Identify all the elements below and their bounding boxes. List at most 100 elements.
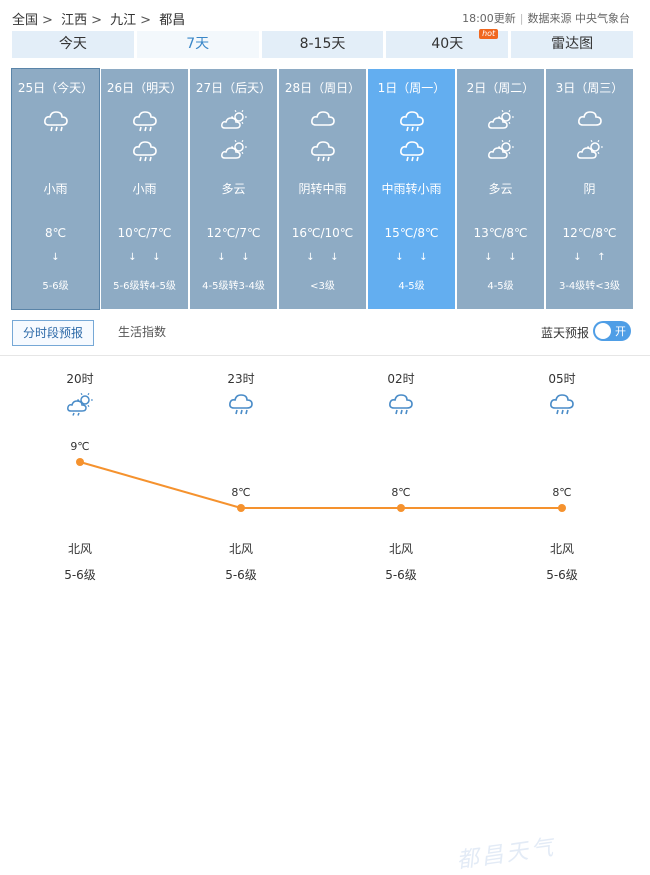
rain-cloud-icon <box>229 394 253 415</box>
day-card[interactable]: 3日（周三）阴 12℃/8℃ ↓ ↑ 3-4级转<3级 <box>546 69 633 309</box>
wind-level: 3-4级转<3级 <box>558 281 621 292</box>
wind-direction: ↓ ↓ <box>368 252 455 268</box>
day-weather-desc: 小雨 <box>132 182 157 196</box>
update-time: 18:00更新 <box>462 12 516 25</box>
partly-cloudy-rain-icon <box>67 392 93 416</box>
daily-forecast: 25日（今天） 小雨 8℃ ↓ 5-6级 26日（明天） 小雨 10℃/7℃ ↓ ↓ 5-6级转4-… <box>11 68 633 310</box>
partly-cloudy-icon <box>221 139 247 159</box>
tab-today[interactable]: 今天 <box>12 31 134 58</box>
day-icon-wrap <box>398 109 426 133</box>
hour-time: 23时 <box>227 372 255 386</box>
night-icon-wrap <box>131 139 159 163</box>
hour-wind-level: 5-6级 <box>546 568 578 582</box>
day-temperature: 8℃ <box>44 226 67 240</box>
breadcrumb-city[interactable]: 九江 <box>110 13 136 28</box>
day-weather-desc: 阴 <box>583 182 596 196</box>
hour-time: 20时 <box>66 372 94 386</box>
rain-cloud-icon <box>133 111 157 132</box>
arrow-down-icon: ↓ <box>241 252 250 263</box>
temperature-point <box>558 504 566 512</box>
temperature-label: 9℃ <box>70 440 90 453</box>
arrow-down-icon: ↓ <box>419 252 428 263</box>
wind-level: 5-6级 <box>42 281 69 292</box>
tab-label: 8-15天 <box>299 36 346 52</box>
arrow-up-icon: ↑ <box>597 252 606 263</box>
day-icon-wrap <box>42 109 70 133</box>
hour-wind-direction: 北风 <box>67 542 92 556</box>
breadcrumb-separator: > <box>91 13 102 28</box>
temperature-point <box>237 504 245 512</box>
day-card[interactable]: 26日（明天） 小雨 10℃/7℃ ↓ ↓ 5-6级转4-5级 <box>101 69 188 309</box>
day-date: 26日（明天） <box>106 81 183 95</box>
day-temperature: 15℃/8℃ <box>384 226 439 240</box>
day-date: 2日（周二） <box>466 81 535 95</box>
arrow-down-icon: ↓ <box>128 252 137 263</box>
arrow-down-icon: ↓ <box>306 252 315 263</box>
day-temperature: 16℃/10℃ <box>291 226 354 240</box>
temperature-point <box>397 504 405 512</box>
breadcrumb-separator: > <box>42 13 53 28</box>
temperature-line <box>79 461 562 509</box>
day-temperature: 10℃/7℃ <box>117 226 172 240</box>
arrow-down-icon: ↓ <box>217 252 226 263</box>
toggle-label: 开 <box>615 325 626 338</box>
rain-cloud-icon <box>133 141 157 162</box>
rain-cloud-icon <box>44 111 68 132</box>
breadcrumb-province[interactable]: 江西 <box>61 13 87 28</box>
temperature-label: 8℃ <box>552 486 572 499</box>
hour-wind-level: 5-6级 <box>225 568 257 582</box>
data-source: 数据来源 中央气象台 <box>527 12 631 25</box>
tab-hourly-forecast[interactable]: 分时段预报 <box>12 320 95 346</box>
day-card[interactable]: 25日（今天） 小雨 8℃ ↓ 5-6级 <box>11 68 100 310</box>
tab-40-days[interactable]: 40天 hot <box>386 29 509 58</box>
sub-tabs: 分时段预报 生活指数 蓝天预报 开 <box>12 320 633 346</box>
hour-icon-wrap <box>387 392 415 418</box>
rain-cloud-icon <box>311 141 335 162</box>
hour-wind-direction: 北风 <box>388 542 413 556</box>
tab-life-index[interactable]: 生活指数 <box>108 320 176 344</box>
partly-cloudy-icon <box>577 139 603 159</box>
wind-direction: ↓ ↓ <box>190 252 277 268</box>
day-icon-wrap <box>487 109 515 133</box>
tab-label: 今天 <box>58 36 87 52</box>
cloud-icon <box>578 111 602 126</box>
night-icon-wrap <box>42 139 70 163</box>
wind-direction: ↓ ↑ <box>546 252 633 268</box>
rain-cloud-icon <box>400 141 424 162</box>
wind-level: 5-6级转4-5级 <box>113 281 176 292</box>
arrow-down-icon: ↓ <box>508 252 517 263</box>
partly-cloudy-icon <box>488 139 514 159</box>
night-icon-wrap <box>398 139 426 163</box>
arrow-down-icon: ↓ <box>330 252 339 263</box>
day-icon-wrap <box>131 109 159 133</box>
day-date: 27日（后天） <box>195 81 272 95</box>
tab-label: 40天 <box>431 36 464 52</box>
blue-sky-toggle[interactable]: 开 <box>593 321 631 341</box>
day-icon-wrap <box>220 109 248 133</box>
toggle-knob <box>595 323 611 339</box>
day-card[interactable]: 28日（周日） 阴转中雨 16℃/10℃ ↓ ↓ <3级 <box>279 69 366 309</box>
hour-wind-direction: 北风 <box>549 542 574 556</box>
watermark: 都昌天气 <box>455 835 558 874</box>
day-temperature: 12℃/7℃ <box>206 226 261 240</box>
wind-level: 4-5级 <box>487 281 514 292</box>
tab-7-days[interactable]: 7天 <box>136 31 259 58</box>
cloud-icon <box>311 111 335 126</box>
breadcrumb-country[interactable]: 全国 <box>12 13 38 28</box>
wind-direction: ↓ <box>12 252 99 268</box>
top-bar: 全国 > 江西 > 九江 > 都昌 18:00更新 | 数据来源 中央气象台 <box>0 0 650 32</box>
temperature-point <box>76 458 84 466</box>
hour-wind-direction: 北风 <box>228 542 253 556</box>
wind-level: 4-5级 <box>398 281 425 292</box>
hour-wind-level: 5-6级 <box>385 568 417 582</box>
arrow-down-icon: ↓ <box>573 252 582 263</box>
night-icon-wrap <box>220 139 248 163</box>
day-weather-desc: 多云 <box>221 182 246 196</box>
tab-8-15-days[interactable]: 8-15天 <box>261 31 384 58</box>
day-card[interactable]: 1日（周一） 中雨转小雨 15℃/8℃ ↓ ↓ 4-5级 <box>368 69 455 309</box>
tab-radar[interactable]: 雷达图 <box>511 31 633 58</box>
day-card[interactable]: 2日（周二） 多云 13℃/8℃ ↓ ↓ 4-5级 <box>457 69 544 309</box>
wind-direction: ↓ ↓ <box>101 252 188 268</box>
day-card[interactable]: 27日（后天） 多云 12℃/7℃ ↓ ↓ 4-5级转3-4级 <box>190 69 277 309</box>
wind-level: 4-5级转3-4级 <box>202 281 265 292</box>
